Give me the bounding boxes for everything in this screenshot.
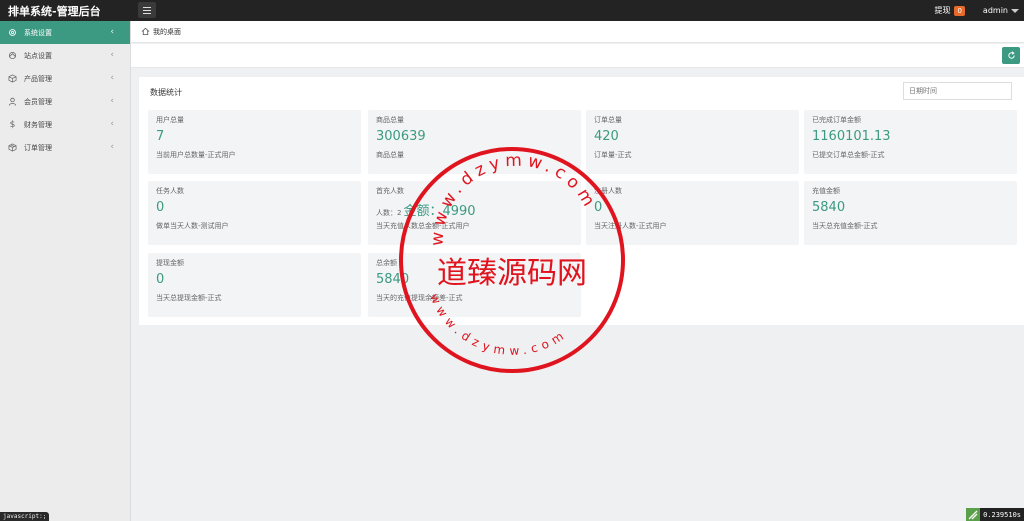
toolbar [131, 44, 1024, 68]
card-value: 5840 [812, 200, 846, 215]
stat-card-register-users: 注册人数 0 当天注册人数-正式用户 [586, 181, 799, 245]
stat-card-completed-amount: 已完成订单金额 1160101.13 已提交订单总金额-正式 [804, 110, 1017, 174]
sidebar-item-label: 财务管理 [24, 120, 52, 129]
runtime-text: 0.239510s [983, 510, 1021, 519]
hamburger-icon [143, 7, 151, 8]
stats-panel: 数据统计 用户总量 7 当前用户总数量-正式用户 商品总量 300639 商品总… [139, 77, 1024, 325]
card-value: 300639 [376, 129, 426, 144]
stat-card-order-total: 订单总量 420 订单量-正式 [586, 110, 799, 174]
card-label: 首充人数 [376, 187, 404, 195]
sidebar-item-label: 站点设置 [24, 51, 52, 60]
card-label: 注册人数 [594, 187, 622, 195]
card-value: 5840 [376, 272, 410, 287]
withdraw-count-badge: 0 [954, 5, 965, 16]
card-value-prefix: 人数：2 [376, 209, 402, 217]
card-label: 充值金额 [812, 187, 840, 195]
withdraw-link[interactable]: 提现 [934, 5, 950, 16]
breadcrumb: 我的桌面 [131, 21, 1024, 43]
user-menu[interactable]: admin [983, 6, 1008, 15]
card-value: 7 [156, 129, 165, 144]
sidebar-item-label: 会员管理 [24, 97, 52, 106]
card-value-main: 金额：4990 [403, 204, 476, 219]
chevron-left-icon: ‹ [110, 27, 114, 37]
card-desc: 当天注册人数-正式用户 [594, 222, 667, 230]
card-desc: 做单当天人数-测试用户 [156, 222, 229, 230]
card-desc: 当天总充值金额-正式 [812, 222, 878, 230]
home-icon[interactable] [141, 27, 150, 36]
chevron-left-icon: ‹ [110, 142, 114, 152]
box-icon [8, 74, 17, 83]
sidebar-item-system-settings[interactable]: 系统设置 ‹ [0, 21, 130, 44]
panel-title: 数据统计 [150, 88, 182, 97]
card-desc: 已提交订单总金额-正式 [812, 151, 885, 159]
card-label: 商品总量 [376, 116, 404, 124]
stat-card-withdraw-amount: 提现金额 0 当天总提现金额-正式 [148, 253, 361, 317]
stat-card-task-users: 任务人数 0 做单当天人数-测试用户 [148, 181, 361, 245]
card-desc: 当天的充值提现余额差-正式 [376, 294, 463, 302]
stat-card-recharge-amount: 充值金额 5840 当天总充值金额-正式 [804, 181, 1017, 245]
chevron-left-icon: ‹ [110, 50, 114, 60]
card-value: 人数：2 金额：4990 [376, 200, 476, 219]
card-label: 任务人数 [156, 187, 184, 195]
stat-card-total-balance: 总余额 5840 当天的充值提现余额差-正式 [368, 253, 581, 317]
sidebar-item-label: 系统设置 [24, 28, 52, 37]
card-label: 订单总量 [594, 116, 622, 124]
card-label: 提现金额 [156, 259, 184, 267]
refresh-icon [1007, 51, 1015, 59]
card-value: 0 [156, 200, 165, 215]
user-icon [8, 97, 17, 106]
card-desc: 当天充值人数总金额-正式用户 [376, 222, 470, 230]
stat-card-user-total: 用户总量 7 当前用户总数量-正式用户 [148, 110, 361, 174]
chevron-left-icon: ‹ [110, 119, 114, 129]
dollar-icon: $ [9, 119, 16, 130]
sidebar-item-finance[interactable]: $ 财务管理 ‹ [0, 113, 130, 136]
chevron-left-icon: ‹ [110, 73, 114, 83]
top-bar: 排单系统-管理后台 提现 0 admin [0, 0, 1024, 21]
package-icon [8, 143, 17, 152]
menu-toggle-button[interactable] [138, 2, 156, 18]
sidebar: 系统设置 ‹ 站点设置 ‹ 产品管理 ‹ 会员管理 ‹ $ 财务管理 ‹ 订单管… [0, 21, 131, 521]
sidebar-item-label: 订单管理 [24, 143, 52, 152]
card-label: 已完成订单金额 [812, 116, 861, 124]
thinkphp-logo-icon [966, 508, 981, 521]
app-title: 排单系统-管理后台 [8, 5, 101, 18]
sidebar-item-label: 产品管理 [24, 74, 52, 83]
debug-trace-widget[interactable]: 0.239510s [966, 508, 1024, 521]
caret-down-icon[interactable] [1011, 8, 1019, 13]
date-time-input[interactable] [903, 82, 1012, 100]
sidebar-item-products[interactable]: 产品管理 ‹ [0, 67, 130, 90]
sidebar-item-orders[interactable]: 订单管理 ‹ [0, 136, 130, 159]
refresh-button[interactable] [1002, 47, 1020, 64]
card-value: 0 [594, 200, 603, 215]
chevron-left-icon: ‹ [110, 96, 114, 106]
card-desc: 当前用户总数量-正式用户 [156, 151, 236, 159]
cloud-icon [8, 51, 17, 60]
card-label: 用户总量 [156, 116, 184, 124]
breadcrumb-current[interactable]: 我的桌面 [153, 27, 181, 37]
card-desc: 当天总提现金额-正式 [156, 294, 222, 302]
card-label: 总余额 [376, 259, 397, 267]
card-desc: 商品总量 [376, 151, 404, 159]
stat-card-first-recharge: 首充人数 人数：2 金额：4990 当天充值人数总金额-正式用户 [368, 181, 581, 245]
card-value: 1160101.13 [812, 129, 891, 144]
sidebar-item-members[interactable]: 会员管理 ‹ [0, 90, 130, 113]
card-desc: 订单量-正式 [594, 151, 632, 159]
stat-card-product-total: 商品总量 300639 商品总量 [368, 110, 581, 174]
gear-icon [8, 28, 17, 37]
status-bar-url: javascript:; [0, 512, 50, 521]
card-value: 420 [594, 129, 619, 144]
card-value: 0 [156, 272, 165, 287]
sidebar-item-site-settings[interactable]: 站点设置 ‹ [0, 44, 130, 67]
